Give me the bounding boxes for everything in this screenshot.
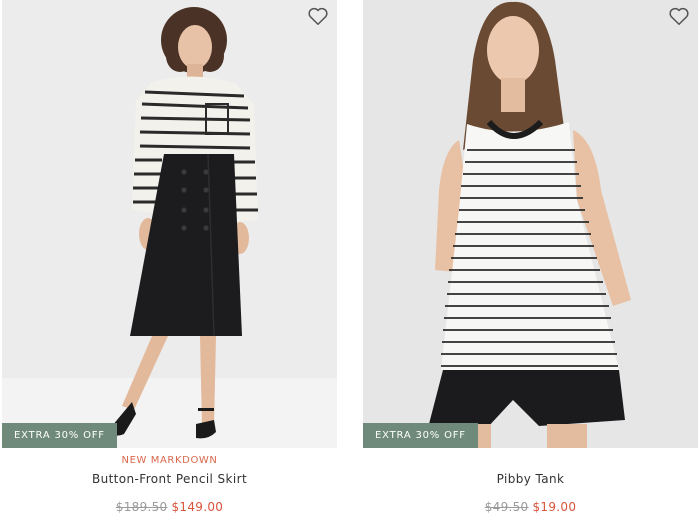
product-info: Pibby Tank $49.50 $19.00 bbox=[363, 448, 698, 517]
product-card[interactable]: EXTRA 30% OFF Pibby Tank $49.50 $19.00 bbox=[363, 0, 698, 517]
heart-outline-icon bbox=[308, 7, 328, 25]
model-figure-illustration bbox=[429, 1, 631, 448]
product-grid: EXTRA 30% OFF NEW MARKDOWN Button-Front … bbox=[0, 0, 700, 517]
product-price: $49.50 $19.00 bbox=[363, 500, 698, 514]
sale-price: $149.00 bbox=[171, 500, 224, 514]
product-price: $189.50 $149.00 bbox=[2, 500, 337, 514]
original-price: $49.50 bbox=[484, 500, 529, 514]
model-figure-illustration bbox=[110, 7, 258, 439]
sale-price: $19.00 bbox=[532, 500, 577, 514]
heart-outline-icon bbox=[669, 7, 689, 25]
product-card[interactable]: EXTRA 30% OFF NEW MARKDOWN Button-Front … bbox=[2, 0, 337, 517]
product-info: NEW MARKDOWN Button-Front Pencil Skirt $… bbox=[2, 448, 337, 517]
promo-badge: EXTRA 30% OFF bbox=[363, 423, 478, 448]
product-name[interactable]: Pibby Tank bbox=[363, 472, 698, 486]
wishlist-button[interactable] bbox=[668, 5, 690, 27]
product-image[interactable]: EXTRA 30% OFF bbox=[363, 0, 698, 448]
product-image[interactable]: EXTRA 30% OFF bbox=[2, 0, 337, 448]
wishlist-button[interactable] bbox=[307, 5, 329, 27]
promo-badge: EXTRA 30% OFF bbox=[2, 423, 117, 448]
original-price: $189.50 bbox=[115, 500, 168, 514]
product-name[interactable]: Button-Front Pencil Skirt bbox=[2, 472, 337, 486]
markdown-tag: NEW MARKDOWN bbox=[121, 455, 218, 466]
